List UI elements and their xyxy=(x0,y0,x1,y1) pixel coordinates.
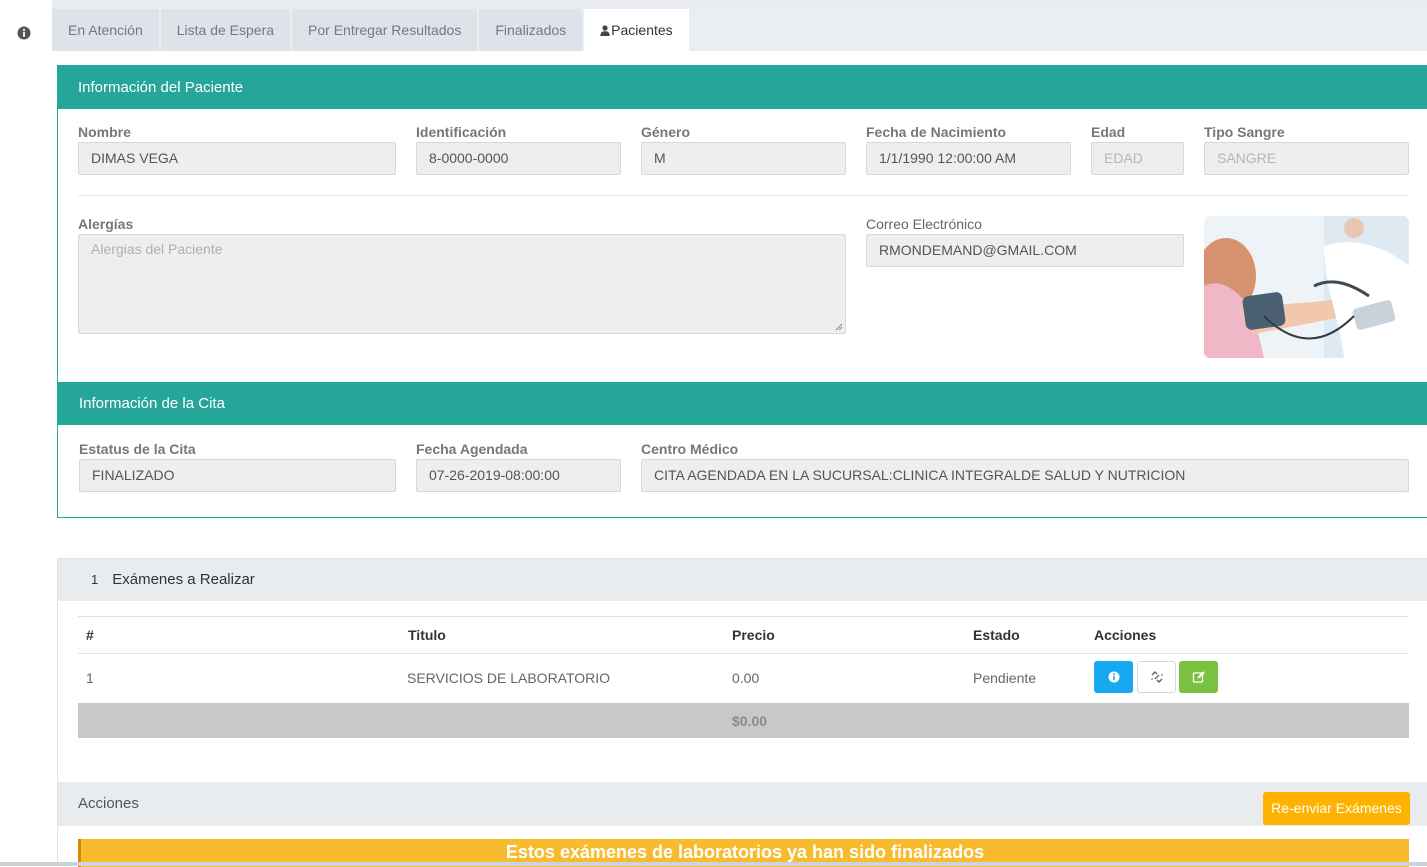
unlink-button[interactable] xyxy=(1137,661,1176,693)
tipo-sangre-label: Tipo Sangre xyxy=(1204,124,1285,140)
tab-en-atencion[interactable]: En Atención xyxy=(52,9,159,51)
cita-panel-title: Información de la Cita xyxy=(58,382,1427,425)
tab-label: Pacientes xyxy=(611,22,673,38)
patient-panel: Información del Paciente Nombre DIMAS VE… xyxy=(57,65,1427,518)
row-titulo: SERVICIOS DE LABORATORIO xyxy=(407,670,611,686)
col-header-estado: Estado xyxy=(973,627,1020,643)
edad-field[interactable]: EDAD xyxy=(1091,142,1184,175)
centro-medico-field[interactable]: CITA AGENDADA EN LA SUCURSAL:CLINICA INT… xyxy=(641,459,1409,492)
info-icon[interactable] xyxy=(17,26,31,40)
col-header-titulo: Titulo xyxy=(408,627,446,643)
col-header-precio: Precio xyxy=(732,627,775,643)
tab-finalizados[interactable]: Finalizados xyxy=(479,9,583,51)
unlink-icon xyxy=(1150,670,1163,684)
alergias-label: Alergías xyxy=(78,216,134,232)
info-icon xyxy=(1108,671,1119,683)
correo-label: Correo Electrónico xyxy=(866,216,982,232)
table-header-border xyxy=(78,653,1409,654)
genero-field[interactable]: M xyxy=(641,142,846,175)
row-num: 1 xyxy=(86,670,94,686)
exams-title: Exámenes a Realizar xyxy=(112,571,255,588)
user-icon xyxy=(600,25,610,36)
exams-count: 1 xyxy=(91,572,99,587)
nombre-label: Nombre xyxy=(78,124,131,140)
divider xyxy=(78,195,1409,196)
edit-button[interactable] xyxy=(1179,661,1218,693)
fecha-agendada-field[interactable]: 07-26-2019-08:00:00 xyxy=(416,459,621,492)
total-value: $0.00 xyxy=(732,713,768,729)
alergias-placeholder: Alergias del Paciente xyxy=(91,241,223,257)
tab-label: En Atención xyxy=(68,22,143,38)
tab-label: Finalizados xyxy=(495,22,567,38)
correo-field[interactable]: RMONDEMAND@GMAIL.COM xyxy=(866,234,1184,267)
tab-por-entregar[interactable]: Por Entregar Resultados xyxy=(292,9,478,51)
tab-label: Lista de Espera xyxy=(176,22,275,38)
identificacion-field[interactable]: 8-0000-0000 xyxy=(416,142,621,175)
tab-lista-espera[interactable]: Lista de Espera xyxy=(160,9,291,51)
tab-bar: En Atención Lista de Espera Por Entregar… xyxy=(52,9,1427,51)
resend-exams-button[interactable]: Re-enviar Exámenes xyxy=(1263,792,1410,825)
tipo-sangre-field[interactable]: SANGRE xyxy=(1204,142,1409,175)
fecha-nacimiento-field[interactable]: 1/1/1990 12:00:00 AM xyxy=(866,142,1071,175)
actions-title: Acciones xyxy=(78,795,139,812)
table-top-border xyxy=(78,616,1409,617)
genero-label: Género xyxy=(641,124,691,140)
edit-icon xyxy=(1192,671,1205,683)
identificacion-label: Identificación xyxy=(416,124,507,140)
row-precio: 0.00 xyxy=(732,670,760,686)
resize-handle-icon[interactable] xyxy=(835,323,843,331)
tab-pacientes[interactable]: Pacientes xyxy=(584,9,689,51)
estatus-label: Estatus de la Cita xyxy=(79,441,196,457)
nombre-field[interactable]: DIMAS VEGA xyxy=(78,142,396,175)
col-header-num: # xyxy=(86,627,94,643)
fecha-nacimiento-label: Fecha de Nacimiento xyxy=(866,124,1007,140)
exams-panel: 1 Exámenes a Realizar # Titulo Precio Est… xyxy=(57,558,1427,867)
patient-photo xyxy=(1204,216,1409,358)
edad-label: Edad xyxy=(1091,124,1126,140)
fecha-agendada-label: Fecha Agendada xyxy=(416,441,528,457)
actions-bar: Acciones Re-enviar Exámenes xyxy=(58,782,1427,826)
estatus-field[interactable]: FINALIZADO xyxy=(79,459,396,492)
tab-label: Por Entregar Resultados xyxy=(308,22,462,38)
bottom-border xyxy=(0,862,1427,866)
col-header-acciones: Acciones xyxy=(1094,627,1157,643)
patient-panel-title: Información del Paciente xyxy=(58,66,1427,109)
exams-panel-header: 1 Exámenes a Realizar xyxy=(58,559,1427,601)
centro-medico-label: Centro Médico xyxy=(641,441,739,457)
info-button[interactable] xyxy=(1094,661,1133,693)
row-estado: Pendiente xyxy=(973,670,1037,686)
total-row: $0.00 xyxy=(78,703,1409,738)
top-strip xyxy=(52,0,1427,9)
alergias-textarea[interactable]: Alergias del Paciente xyxy=(78,234,846,334)
